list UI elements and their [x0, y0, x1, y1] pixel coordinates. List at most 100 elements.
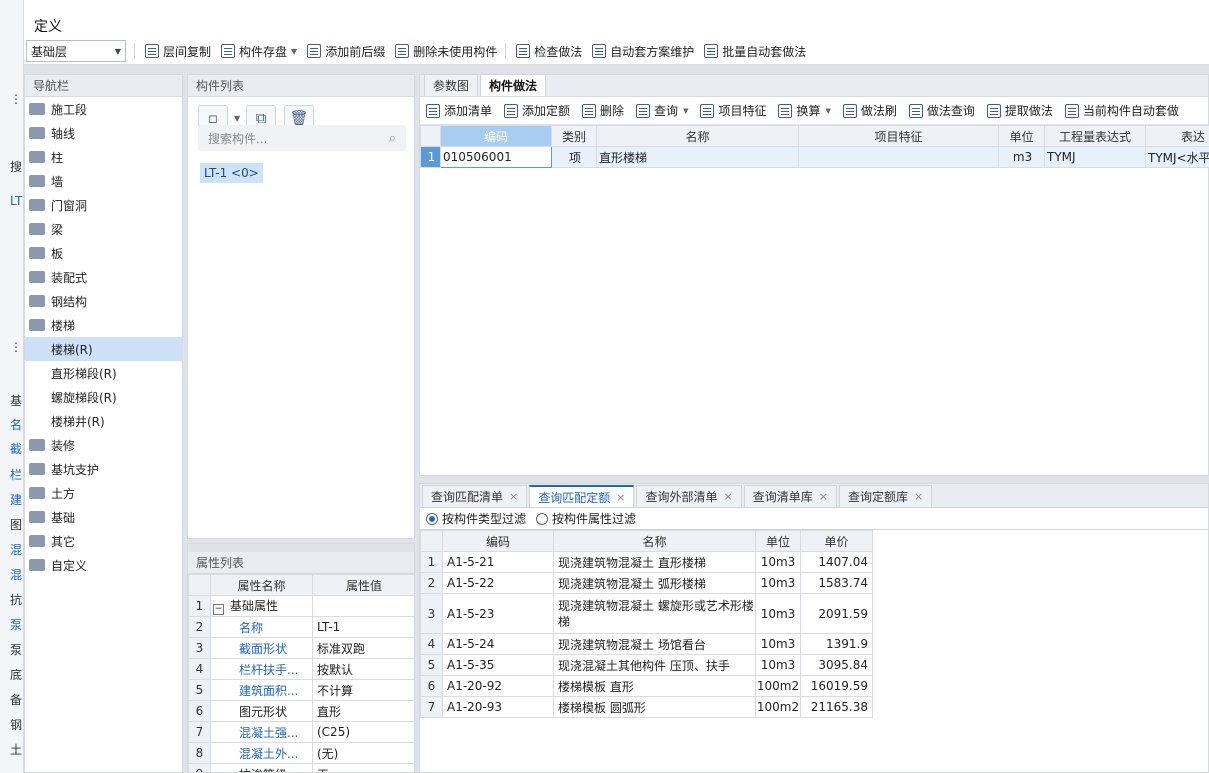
name-cell: 现浇建筑物混凝土 场馆看台 — [553, 633, 756, 655]
nav-item[interactable]: 其它 — [25, 529, 183, 553]
property-row[interactable]: 7 混凝土强... (C25) — [188, 721, 414, 743]
query-tab[interactable]: 查询定额库 × — [838, 485, 933, 507]
feature-cell[interactable] — [798, 146, 999, 168]
delete-unused-button[interactable]: 删除未使用构件 — [395, 43, 497, 60]
property-value[interactable]: (C25) — [312, 721, 414, 743]
method-toolbar-button[interactable]: 做法刷 — [842, 102, 897, 119]
nav-item[interactable]: 楼梯井(R) — [25, 409, 183, 433]
nav-item[interactable]: 螺旋梯段(R) — [25, 385, 183, 409]
property-name-text: 混凝土强... — [239, 725, 299, 740]
nav-item[interactable]: 钢结构 — [25, 289, 183, 313]
chevron-down-icon[interactable]: ▼ — [825, 107, 830, 115]
component-search-input[interactable]: 搜索构件... ⌕ — [198, 125, 406, 151]
property-value[interactable]: 标准双跑 — [312, 637, 414, 659]
quota-row[interactable]: 2 A1-5-22 现浇建筑物混凝土 弧形楼梯 10m3 1583.74 — [420, 572, 873, 594]
property-row[interactable]: 5 建筑面积... 不计算 — [188, 679, 414, 701]
property-value[interactable]: 不计算 — [312, 679, 414, 701]
gutter-label: 备 — [10, 693, 23, 707]
nav-item[interactable]: 土方 — [25, 481, 183, 505]
tab-component-method[interactable]: 构件做法 — [480, 74, 547, 96]
property-row[interactable]: 6 图元形状 直形 — [188, 700, 414, 722]
close-icon[interactable]: × — [819, 490, 828, 503]
method-toolbar-button[interactable]: 添加定额 — [504, 102, 570, 119]
quota-row[interactable]: 3 A1-5-23 现浇建筑物混凝土 螺旋形或艺术形楼梯 10m3 2091.59 — [420, 593, 873, 634]
auto-scheme-button[interactable]: 自动套方案维护 — [592, 43, 694, 60]
nav-item[interactable]: 门窗洞 — [25, 193, 183, 217]
method-toolbar-button[interactable]: 添加清单 — [426, 102, 492, 119]
property-row[interactable]: 2 名称 LT-1 — [188, 616, 414, 638]
name-cell[interactable]: 直形楼梯 — [596, 146, 799, 168]
code-cell[interactable]: 010506001 — [440, 146, 552, 168]
property-value[interactable]: 按默认 — [312, 658, 414, 680]
property-row[interactable]: 4 栏杆扶手... 按默认 — [188, 658, 414, 680]
property-value[interactable] — [312, 595, 414, 617]
check-method-button[interactable]: 检查做法 — [516, 43, 582, 60]
batch-auto-button[interactable]: 批量自动套做法 — [704, 43, 806, 60]
property-value[interactable]: 无 — [312, 763, 414, 772]
method-toolbar-button[interactable]: 当前构件自动套做 — [1064, 102, 1179, 119]
nav-item[interactable]: 柱 — [25, 145, 183, 169]
property-row[interactable]: 8 混凝土外... (无) — [188, 742, 414, 764]
nav-item[interactable]: 梁 — [25, 217, 183, 241]
method-toolbar-button[interactable]: 做法查询 — [908, 102, 975, 119]
category-cell[interactable]: 项 — [551, 146, 597, 168]
nav-item[interactable]: 墙 — [25, 169, 183, 193]
chevron-down-icon[interactable]: ▼ — [683, 107, 688, 115]
unit-cell[interactable]: m3 — [998, 146, 1045, 168]
tab-parameter-diagram[interactable]: 参数图 — [424, 74, 479, 96]
property-value[interactable]: LT-1 — [312, 616, 414, 638]
quota-row[interactable]: 5 A1-5-35 现浇混凝土其他构件 压顶、扶手 10m3 3095.84 — [420, 654, 873, 676]
query-tab[interactable]: 查询外部清单 × — [636, 485, 742, 507]
component-list-header: 构件列表 — [188, 75, 414, 97]
nav-item[interactable]: 楼梯 — [25, 313, 183, 337]
nav-item[interactable]: 楼梯(R) — [25, 337, 183, 361]
close-icon[interactable]: × — [616, 491, 625, 504]
property-row[interactable]: 9 抗渗等级 无 — [188, 763, 414, 772]
quota-row[interactable]: 6 A1-20-92 楼梯模板 直形 100m2 16019.59 — [420, 675, 873, 697]
nav-item[interactable]: 装配式 — [25, 265, 183, 289]
close-icon[interactable]: × — [509, 490, 518, 503]
property-value[interactable]: 直形 — [312, 700, 414, 722]
method-row[interactable]: 1 010506001 项直形楼梯 m3 TYMJ TYMJ<水平 — [420, 146, 1209, 168]
property-row[interactable]: 1− 基础属性 — [188, 595, 414, 617]
method-toolbar-button[interactable]: 删除 — [582, 102, 624, 119]
splitter[interactable] — [188, 544, 414, 552]
filter-by-type-radio[interactable]: 按构件类型过滤 — [426, 510, 526, 527]
quota-row[interactable]: 7 A1-20-93 楼梯模板 圆弧形 100m2 21165.38 — [420, 696, 873, 718]
expression-cell[interactable]: TYMJ — [1044, 146, 1146, 168]
property-row[interactable]: 3 截面形状 标准双跑 — [188, 637, 414, 659]
save-component-button[interactable]: 构件存盘 ▼ — [221, 43, 297, 60]
method-toolbar-button[interactable]: 提取做法 — [986, 102, 1053, 119]
close-icon[interactable]: × — [914, 490, 923, 503]
search-icon[interactable]: ⌕ — [389, 131, 396, 146]
filter-by-attribute-radio[interactable]: 按构件属性过滤 — [536, 510, 636, 527]
property-name-text: 混凝土外... — [239, 746, 299, 761]
method-toolbar-button[interactable]: 项目特征 — [700, 102, 766, 119]
nav-item[interactable]: 装修 — [25, 433, 183, 457]
quota-row[interactable]: 4 A1-5-24 现浇建筑物混凝土 场馆看台 10m3 1391.9 — [420, 633, 873, 655]
nav-item[interactable]: 施工段 — [25, 97, 183, 121]
component-item[interactable]: LT-1 <0> — [200, 163, 263, 183]
quota-row[interactable]: 1 A1-5-21 现浇建筑物混凝土 直形楼梯 10m3 1407.04 — [420, 551, 873, 573]
nav-item[interactable]: 直形梯段(R) — [25, 361, 183, 385]
collapse-icon[interactable]: − — [213, 604, 224, 615]
close-icon[interactable]: × — [723, 490, 732, 503]
nav-item[interactable]: 轴线 — [25, 121, 183, 145]
expression-desc-cell[interactable]: TYMJ<水平 — [1145, 146, 1209, 168]
gutter-label: 图 — [10, 518, 23, 532]
add-prefix-suffix-button[interactable]: 添加前后缀 — [307, 43, 385, 60]
copy-floor-button[interactable]: 层间复制 — [145, 43, 211, 60]
method-toolbar-button[interactable]: 换算 ▼ — [778, 102, 831, 119]
property-value[interactable]: (无) — [312, 742, 414, 764]
query-tab[interactable]: 查询匹配清单 × — [422, 485, 528, 507]
nav-item[interactable]: 基础 — [25, 505, 183, 529]
query-tab[interactable]: 查询清单库 × — [743, 485, 837, 507]
chevron-down-icon[interactable]: ▼ — [234, 114, 240, 123]
query-tab[interactable]: 查询匹配定额 × — [529, 485, 635, 507]
nav-item[interactable]: 自定义 — [25, 553, 183, 577]
nav-item[interactable]: 板 — [25, 241, 183, 265]
nav-item[interactable]: 基坑支护 — [25, 457, 183, 481]
floor-select[interactable]: 基础层 ▼ — [26, 40, 126, 62]
method-toolbar-button[interactable]: 查询 ▼ — [636, 102, 688, 119]
chevron-down-icon[interactable]: ▼ — [291, 47, 297, 56]
